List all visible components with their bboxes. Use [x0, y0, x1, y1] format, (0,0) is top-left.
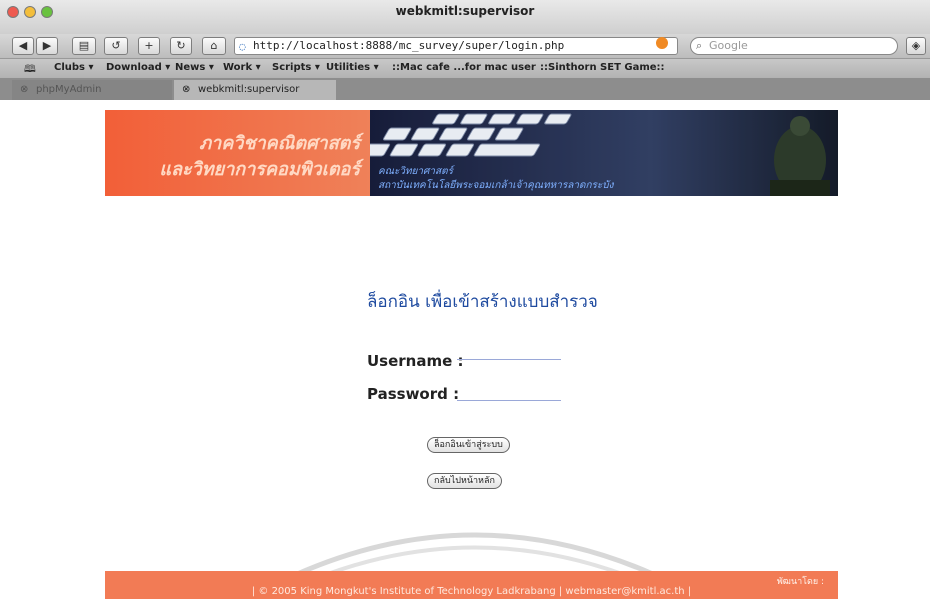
browser-window: webkmitl:supervisor ◀ ▶ ▤ ↺ + ↻ ⌂ ◌ http…: [0, 0, 930, 599]
username-input[interactable]: [457, 346, 561, 360]
bookmark-mac-cafe[interactable]: ::Mac cafe ...for mac user: [392, 62, 536, 73]
search-placeholder: Google: [709, 39, 748, 52]
login-submit-button[interactable]: ล็อกอินเข้าสู่ระบบ: [427, 437, 510, 453]
banner-department-line2: และวิทยาการคอมพิวเตอร์: [159, 159, 360, 180]
tab-webkmitl[interactable]: ⊗ webkmitl:supervisor: [174, 80, 336, 100]
extension-icon: ◈: [911, 39, 921, 52]
banner-institute-text: สถาบันเทคโนโลยีพระจอมเกล้าเจ้าคุณทหารลาด…: [378, 180, 614, 191]
snapback-button[interactable]: ↺: [104, 37, 128, 55]
address-bar[interactable]: ◌ http://localhost:8888/mc_survey/super/…: [234, 37, 678, 55]
banner-department-line1: ภาควิชาคณิตศาสตร์: [199, 133, 360, 154]
password-input[interactable]: [457, 387, 561, 401]
footer-copyright: | © 2005 King Mongkut's Institute of Tec…: [251, 586, 692, 597]
reload-icon: ↻: [176, 39, 186, 52]
bookmarks-bar: 🕮 Clubs ▾ Download ▾ News ▾ Work ▾ Scrip…: [0, 58, 930, 78]
banner-keyboard-image: คณะวิทยาศาสตร์ สถาบันเทคโนโลยีพระจอมเกล้…: [370, 110, 838, 196]
close-tab-icon[interactable]: ⊗: [20, 80, 28, 100]
add-bookmark-button[interactable]: +: [138, 37, 160, 55]
tab-bar: ⊗ phpMyAdmin ⊗ webkmitl:supervisor: [0, 78, 930, 100]
reload-button[interactable]: ↻: [170, 37, 192, 55]
print-button[interactable]: ▤: [72, 37, 96, 55]
tab-phpmyadmin[interactable]: ⊗ phpMyAdmin: [12, 80, 172, 100]
tab-label: phpMyAdmin: [36, 84, 102, 95]
search-field[interactable]: ⌕ Google: [690, 37, 898, 55]
banner-faculty-text: คณะวิทยาศาสตร์: [378, 166, 453, 177]
bookmarks-book-icon[interactable]: 🕮: [24, 62, 36, 79]
back-to-home-button[interactable]: กลับไปหน้าหลัก: [427, 473, 502, 489]
bookmark-download[interactable]: Download ▾: [106, 62, 170, 73]
browser-toolbar: ◀ ▶ ▤ ↺ + ↻ ⌂ ◌ http://localhost:8888/mc…: [0, 34, 930, 58]
bookmark-utilities[interactable]: Utilities ▾: [326, 62, 379, 73]
bookmark-news[interactable]: News ▾: [175, 62, 214, 73]
forward-button[interactable]: ▶: [36, 37, 58, 55]
page-icon: ◌: [239, 40, 246, 53]
tab-label: webkmitl:supervisor: [198, 84, 300, 95]
bookmark-clubs[interactable]: Clubs ▾: [54, 62, 94, 73]
forward-arrow-icon: ▶: [42, 39, 52, 52]
decorative-arc: [293, 532, 657, 575]
back-button[interactable]: ◀: [12, 37, 34, 55]
plus-icon: +: [144, 39, 154, 52]
page-footer: พัฒนาโดย : | © 2005 King Mongkut's Insti…: [105, 571, 838, 599]
banner-department-block: ภาควิชาคณิตศาสตร์ และวิทยาการคอมพิวเตอร์: [105, 110, 370, 196]
site-banner: ภาควิชาคณิตศาสตร์ และวิทยาการคอมพิวเตอร์: [105, 110, 838, 196]
window-title: webkmitl:supervisor: [395, 4, 535, 18]
close-tab-icon[interactable]: ⊗: [182, 80, 190, 100]
home-button[interactable]: ⌂: [202, 37, 226, 55]
search-icon: ⌕: [696, 39, 703, 52]
printer-icon: ▤: [78, 39, 90, 52]
bookmark-scripts[interactable]: Scripts ▾: [272, 62, 320, 73]
title-bar: webkmitl:supervisor: [0, 0, 930, 34]
rss-icon[interactable]: [656, 37, 668, 49]
web-page: ภาควิชาคณิตศาสตร์ และวิทยาการคอมพิวเตอร์: [105, 110, 838, 599]
address-text: http://localhost:8888/mc_survey/super/lo…: [253, 39, 565, 52]
extension-button[interactable]: ◈: [906, 37, 926, 55]
login-heading: ล็อกอิน เพื่อเข้าสร้างแบบสำรวจ: [367, 292, 598, 312]
username-label: Username :: [367, 352, 464, 370]
bookmark-sinthorn[interactable]: ::Sinthorn SET Game::: [540, 62, 665, 73]
snapback-icon: ↺: [111, 39, 121, 52]
bookmark-work[interactable]: Work ▾: [223, 62, 261, 73]
home-icon: ⌂: [210, 39, 218, 52]
back-arrow-icon: ◀: [18, 39, 28, 52]
password-label: Password :: [367, 385, 460, 403]
